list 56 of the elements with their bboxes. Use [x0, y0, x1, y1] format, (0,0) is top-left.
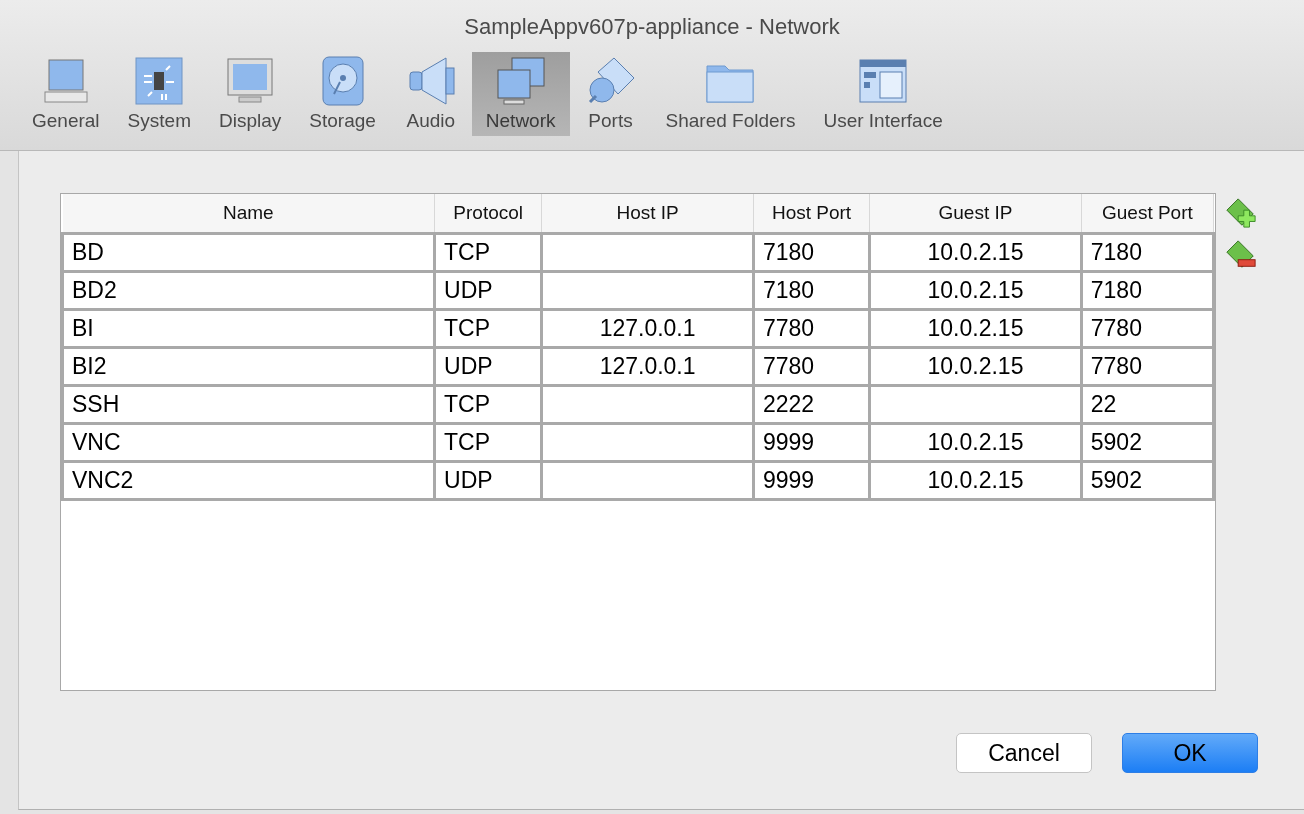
toolbar-tab[interactable]: User Interface — [809, 52, 957, 136]
toolbar-tab[interactable]: Shared Folders — [651, 52, 810, 136]
table-cell: BI2 — [62, 347, 435, 386]
table-cell: 7180 — [753, 233, 870, 272]
table-cell: 10.0.2.15 — [869, 461, 1082, 500]
toolbar-tab[interactable]: Display — [204, 52, 296, 136]
table-cell: VNC — [62, 423, 435, 462]
table-cell: TCP — [434, 423, 542, 462]
table-cell: 7780 — [753, 309, 870, 348]
table-cell: TCP — [434, 385, 542, 424]
cancel-button[interactable]: Cancel — [956, 733, 1092, 773]
table-cell: VNC2 — [62, 461, 435, 500]
column-header[interactable]: Protocol — [434, 194, 542, 234]
table-cell: 5902 — [1081, 461, 1214, 500]
table-cell: 7180 — [1081, 271, 1214, 310]
table-cell: 127.0.0.1 — [541, 309, 754, 348]
table-cell: 2222 — [753, 385, 870, 424]
table-cell: 22 — [1081, 385, 1214, 424]
add-rule-icon[interactable] — [1224, 197, 1258, 229]
table-cell: 127.0.0.1 — [541, 347, 754, 386]
table-cell: 7180 — [753, 271, 870, 310]
table-cell: 7780 — [753, 347, 870, 386]
table-cell: 10.0.2.15 — [869, 423, 1082, 462]
table-cell: 7180 — [1081, 233, 1214, 272]
table-cell: 7780 — [1081, 347, 1214, 386]
table-cell: UDP — [434, 461, 542, 500]
column-header[interactable]: Host IP — [541, 194, 754, 234]
toolbar-tab[interactable]: Audio — [389, 52, 472, 136]
table-cell: BD — [62, 233, 435, 272]
table-cell: 5902 — [1081, 423, 1214, 462]
toolbar-tab[interactable]: System — [113, 52, 205, 136]
remove-rule-icon[interactable] — [1224, 239, 1258, 271]
column-header[interactable]: Host Port — [753, 194, 870, 234]
table-cell: TCP — [434, 233, 542, 272]
table-cell: 10.0.2.15 — [869, 233, 1082, 272]
toolbar-tab[interactable]: Storage — [295, 52, 390, 136]
table-cell: BD2 — [62, 271, 435, 310]
table-cell: 10.0.2.15 — [869, 309, 1082, 348]
column-header[interactable]: Guest Port — [1081, 194, 1214, 234]
table-cell: UDP — [434, 271, 542, 310]
table-cell: 9999 — [753, 423, 870, 462]
toolbar-tab[interactable]: General — [18, 52, 114, 136]
table-cell: BI — [62, 309, 435, 348]
toolbar-tab[interactable]: Network — [471, 52, 570, 136]
table-cell: 9999 — [753, 461, 870, 500]
table-cell: SSH — [62, 385, 435, 424]
table-cell: 7780 — [1081, 309, 1214, 348]
table-cell: UDP — [434, 347, 542, 386]
table-cell: 10.0.2.15 — [869, 347, 1082, 386]
table-cell: 10.0.2.15 — [869, 271, 1082, 310]
toolbar-tab[interactable]: Ports — [569, 52, 652, 136]
table-cell: TCP — [434, 309, 542, 348]
ok-button[interactable]: OK — [1122, 733, 1258, 773]
column-header[interactable]: Guest IP — [869, 194, 1082, 234]
column-header[interactable]: Name — [62, 194, 435, 234]
window-title: SampleAppv607p-appliance - Network — [464, 14, 840, 41]
